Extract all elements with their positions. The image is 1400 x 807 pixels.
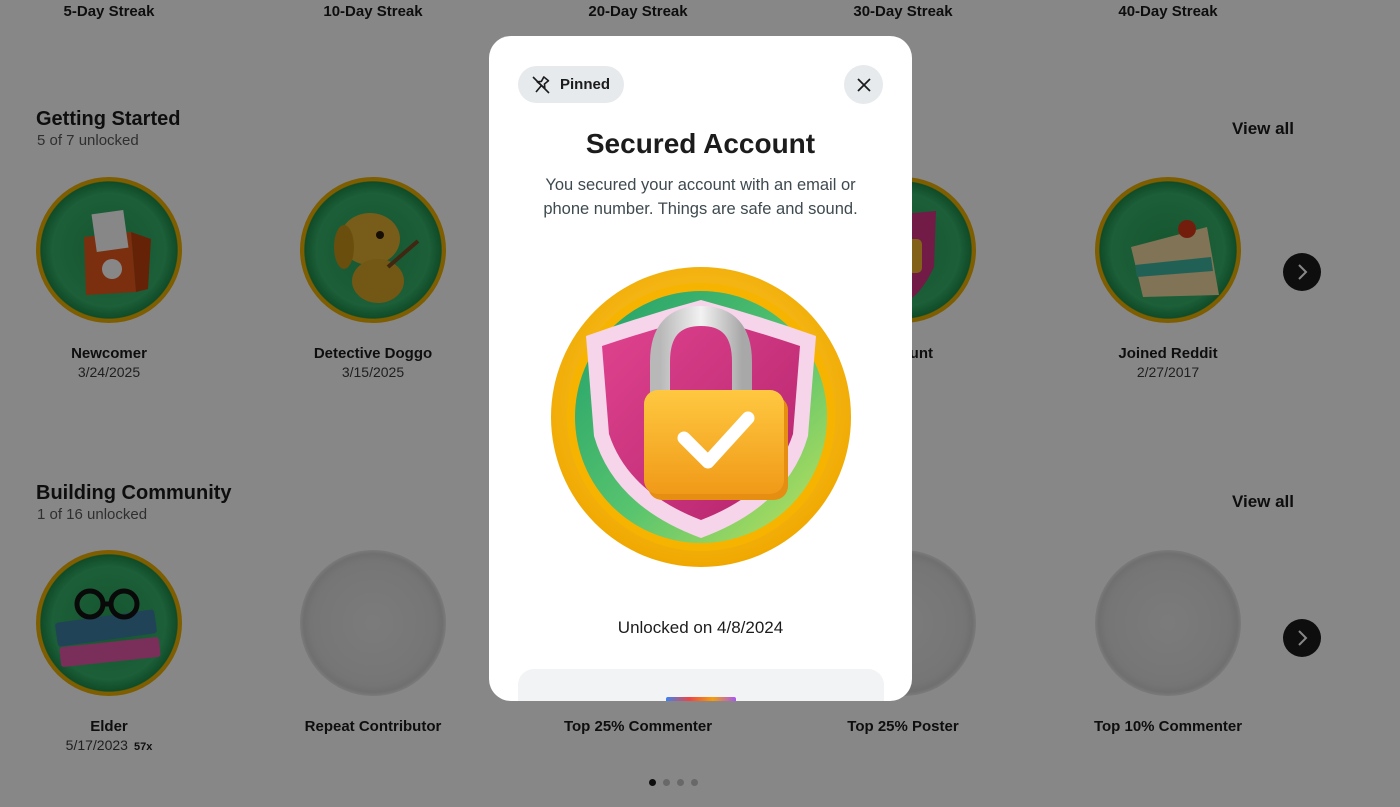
pinned-label: Pinned [560,76,611,93]
badge-detail-modal: Pinned Secured Account You secured your … [489,36,912,701]
modal-description: You secured your account with an email o… [543,176,858,218]
card-preview-strip [666,697,736,701]
secured-account-badge-icon [551,267,851,567]
unlocked-date: Unlocked on 4/8/2024 [617,618,784,637]
share-card[interactable] [518,669,884,701]
pin-off-icon [532,75,550,94]
close-button[interactable] [844,65,883,104]
modal-title: Secured Account [585,128,816,159]
close-icon [856,77,871,92]
pinned-toggle[interactable]: Pinned [518,66,625,103]
